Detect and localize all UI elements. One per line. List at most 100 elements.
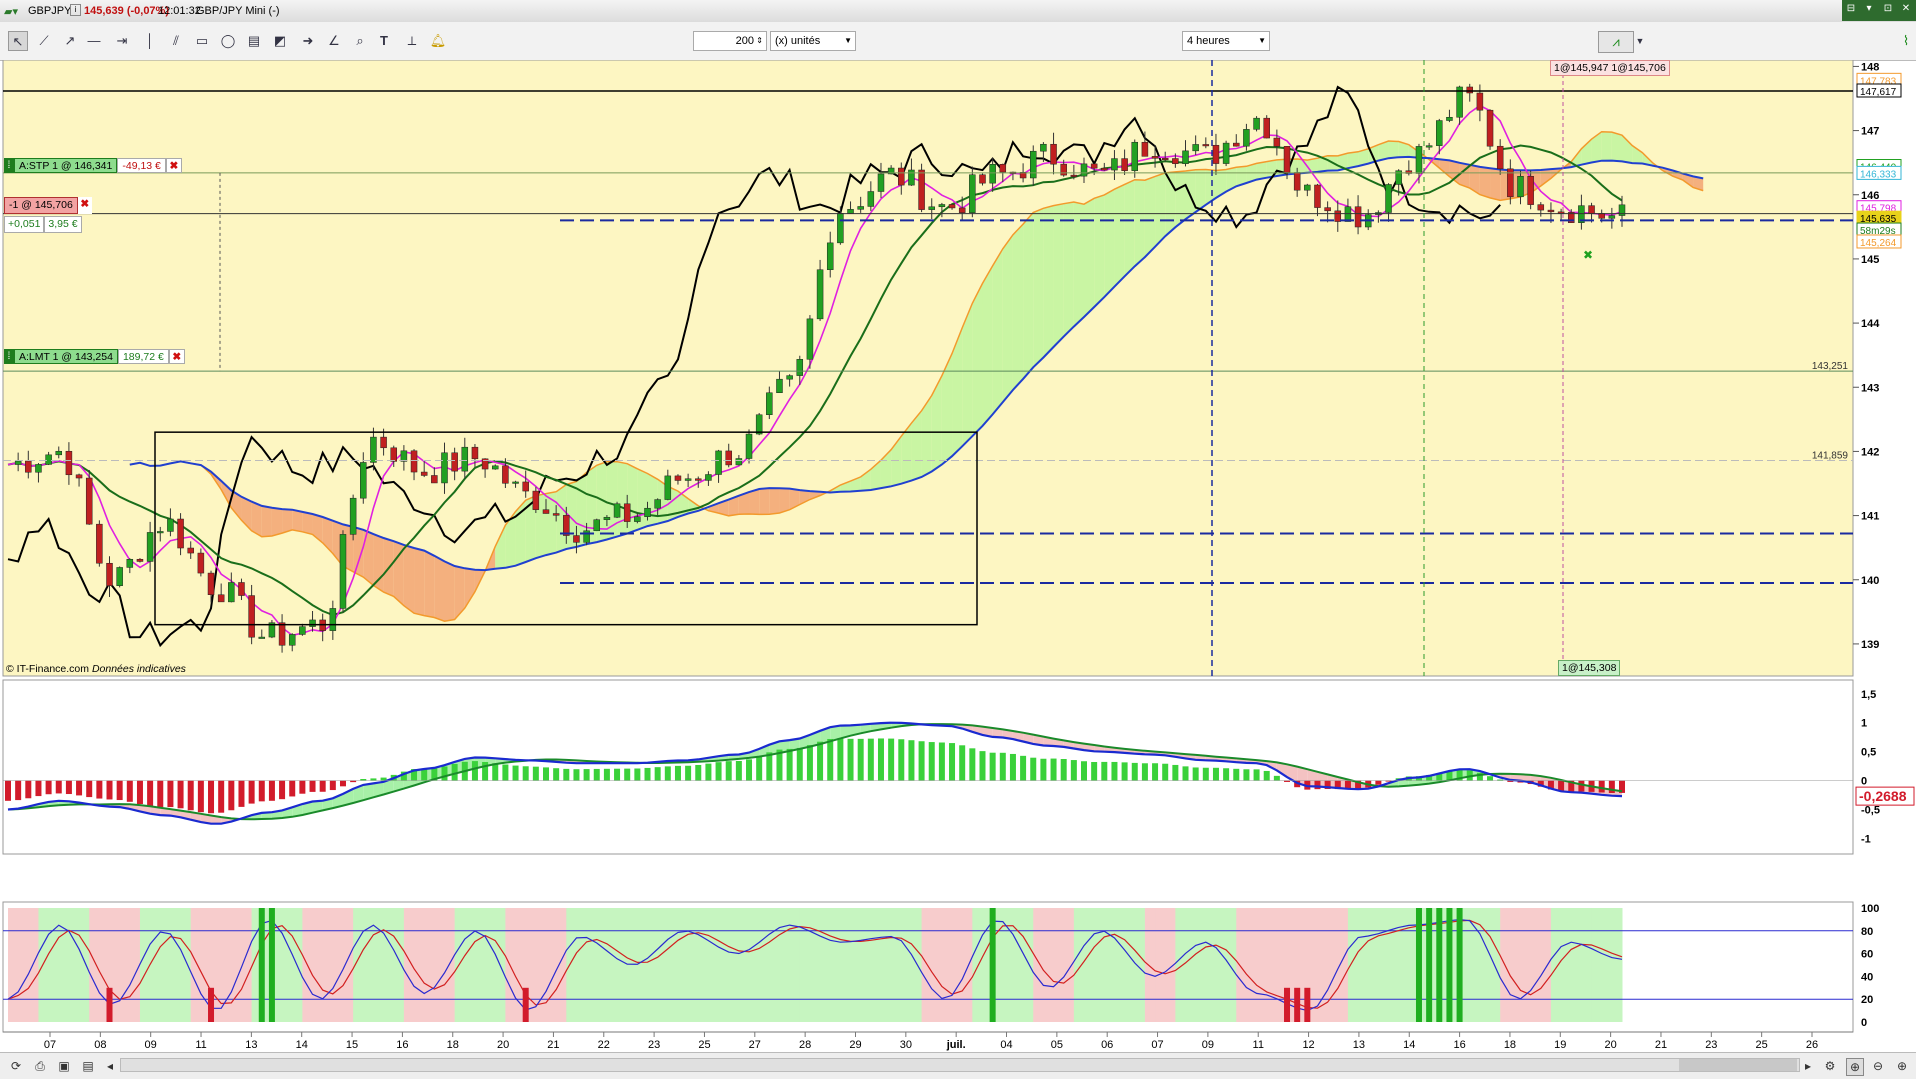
position-tag[interactable]: -1 @ 145,706 ✖ +0,051 3,95 € — [4, 197, 92, 233]
candle-body — [1122, 159, 1128, 171]
stoch-background-segment — [1013, 908, 1024, 1022]
zoom-icon[interactable]: ⌕ — [350, 31, 370, 51]
macd-histogram-bar — [228, 781, 234, 811]
drawing-toolbar: ↖ ⟋ ↗ — ⇥ │ ⫽ ▭ ◯ ▤ ◩ ➜ ∠ ⌕ T ⟂ 🔔︎ 200⇕ … — [0, 22, 1916, 61]
scroll-left-icon[interactable]: ◂ — [102, 1058, 118, 1074]
indicator-dropdown-icon[interactable]: ▼ — [1634, 31, 1646, 51]
candle-body — [1284, 146, 1290, 172]
stoch-background-segment — [759, 908, 770, 1022]
cancel-stop-icon[interactable]: ✖ — [166, 158, 182, 173]
alert-bell-icon[interactable]: 🔔︎ — [428, 31, 448, 51]
macd-histogram-bar — [1314, 781, 1320, 790]
zoom-out-icon[interactable]: ⊖ — [1870, 1058, 1886, 1074]
pointer-icon[interactable]: ↖ — [8, 31, 28, 51]
channel-icon[interactable]: ⫽ — [166, 31, 186, 51]
period-select[interactable]: 4 heures▼ — [1182, 31, 1270, 51]
x-tick-label: 21 — [1655, 1039, 1667, 1051]
trendline-icon[interactable]: ⟋ — [34, 31, 54, 51]
macd-histogram-bar — [1213, 768, 1219, 781]
macd-histogram-bar — [269, 781, 275, 801]
maximize-icon[interactable]: ⊡ — [1879, 3, 1897, 17]
bottom-fill-marker[interactable]: 1@145,308 — [1558, 660, 1620, 676]
stoch-background-segment — [972, 908, 983, 1022]
macd-histogram-bar — [888, 739, 894, 781]
x-tick-label: 11 — [195, 1039, 206, 1051]
vertical-line-icon[interactable]: │ — [140, 31, 160, 51]
x-tick-label: 04 — [1000, 1039, 1012, 1051]
limit-order-tag[interactable]: ⁞ A:LMT 1 @ 143,254 189,72 € ✖ — [4, 349, 185, 364]
candle-body — [1609, 216, 1615, 219]
ichimoku-cloud-segment — [434, 556, 444, 621]
stoch-background-segment — [1602, 908, 1613, 1022]
grip-icon[interactable]: ⁞ — [4, 349, 14, 364]
fibonacci-fan-icon[interactable]: ◩ — [270, 31, 290, 51]
candle-body — [807, 319, 813, 359]
window-menu-icon[interactable]: ⊟ — [1842, 3, 1860, 17]
arrow-icon[interactable]: ➜ — [298, 31, 318, 51]
candle-body — [1213, 145, 1219, 163]
rectangle-icon[interactable]: ▭ — [192, 31, 212, 51]
bar-count-input[interactable]: 200⇕ — [693, 31, 767, 51]
fibonacci-icon[interactable]: ▤ — [244, 31, 264, 51]
candle-body — [695, 479, 701, 481]
limit-order-pnl: 189,72 € — [118, 349, 169, 364]
macd-histogram-bar — [289, 781, 295, 797]
macd-histogram-bar — [1233, 769, 1239, 781]
scroll-right-icon[interactable]: ▸ — [1800, 1058, 1816, 1074]
print-icon[interactable]: ⎙ — [32, 1058, 48, 1074]
refresh-icon[interactable]: ⟳ — [8, 1058, 24, 1074]
macd-histogram-bar — [523, 766, 529, 780]
scrollbar-thumb[interactable] — [1679, 1059, 1797, 1071]
chart-settings-icon[interactable]: ⚙ — [1822, 1058, 1838, 1074]
macd-histogram-bar — [96, 781, 102, 799]
spinner-icon[interactable]: ⇕ — [756, 32, 763, 50]
close-position-icon[interactable]: ✖ — [78, 197, 92, 214]
stoch-background-segment — [1104, 908, 1115, 1022]
top-fill-marker[interactable]: 1@145,947 1@145,706 — [1550, 60, 1670, 76]
candle-body — [188, 548, 194, 553]
horizontal-ray-icon[interactable]: ⇥ — [112, 31, 132, 51]
candle-body — [340, 534, 346, 608]
stop-order-tag[interactable]: ⁞ A:STP 1 @ 146,341 -49,13 € ✖ — [4, 158, 182, 173]
candle-body — [513, 482, 519, 484]
candle-body — [1314, 185, 1320, 208]
zoom-fit-icon[interactable]: ⊕ — [1846, 1058, 1864, 1076]
zoom-in-icon[interactable]: ⊕ — [1894, 1058, 1910, 1074]
close-icon[interactable]: ✕ — [1897, 3, 1915, 17]
grip-icon[interactable]: ⁞ — [4, 158, 14, 173]
macd-histogram-bar — [848, 739, 854, 781]
candle-body — [1528, 176, 1534, 204]
stoch-background-segment — [181, 908, 192, 1022]
connection-icon[interactable]: ⌇ — [1896, 31, 1916, 51]
candle-body — [56, 451, 62, 455]
ellipse-icon[interactable]: ◯ — [218, 31, 238, 51]
layout-icon[interactable]: ▤ — [80, 1058, 96, 1074]
ray-icon[interactable]: ↗ — [60, 31, 80, 51]
stoch-background-segment — [28, 908, 39, 1022]
chart-area[interactable]: ✖ 148147146145144143142141140139143,2511… — [0, 60, 1916, 1052]
indicator-icon[interactable]: ⩘ — [1598, 31, 1634, 53]
stoch-background-segment — [373, 908, 384, 1022]
x-tick-label: 09 — [1202, 1039, 1214, 1051]
macd-histogram-bar — [127, 781, 133, 802]
candle-body — [76, 475, 82, 478]
chart-icon[interactable]: ▰▾ — [4, 5, 18, 18]
save-icon[interactable]: ▣ — [56, 1058, 72, 1074]
ruler-icon[interactable]: ⟂ — [402, 31, 422, 51]
macd-histogram-bar — [35, 781, 41, 797]
dropdown-icon[interactable]: ▾ — [1860, 3, 1878, 17]
text-icon[interactable]: T — [374, 31, 394, 51]
ichimoku-cloud-segment — [1114, 184, 1124, 286]
ichimoku-cloud-segment — [993, 249, 1003, 415]
info-icon[interactable]: i — [70, 4, 81, 16]
macd-histogram-bar — [1599, 781, 1605, 793]
angle-icon[interactable]: ∠ — [324, 31, 344, 51]
units-select[interactable]: (x) unités▼ — [770, 31, 856, 51]
macd-histogram-bar — [1091, 762, 1097, 781]
horizontal-line-icon[interactable]: — — [84, 31, 104, 51]
cancel-limit-icon[interactable]: ✖ — [169, 349, 185, 364]
ichimoku-cloud-segment — [1084, 198, 1094, 317]
stoch-background-segment — [18, 908, 29, 1022]
horizontal-scrollbar[interactable] — [120, 1058, 1800, 1072]
price-change-label: 145,639 (-0,07%) — [84, 5, 169, 17]
